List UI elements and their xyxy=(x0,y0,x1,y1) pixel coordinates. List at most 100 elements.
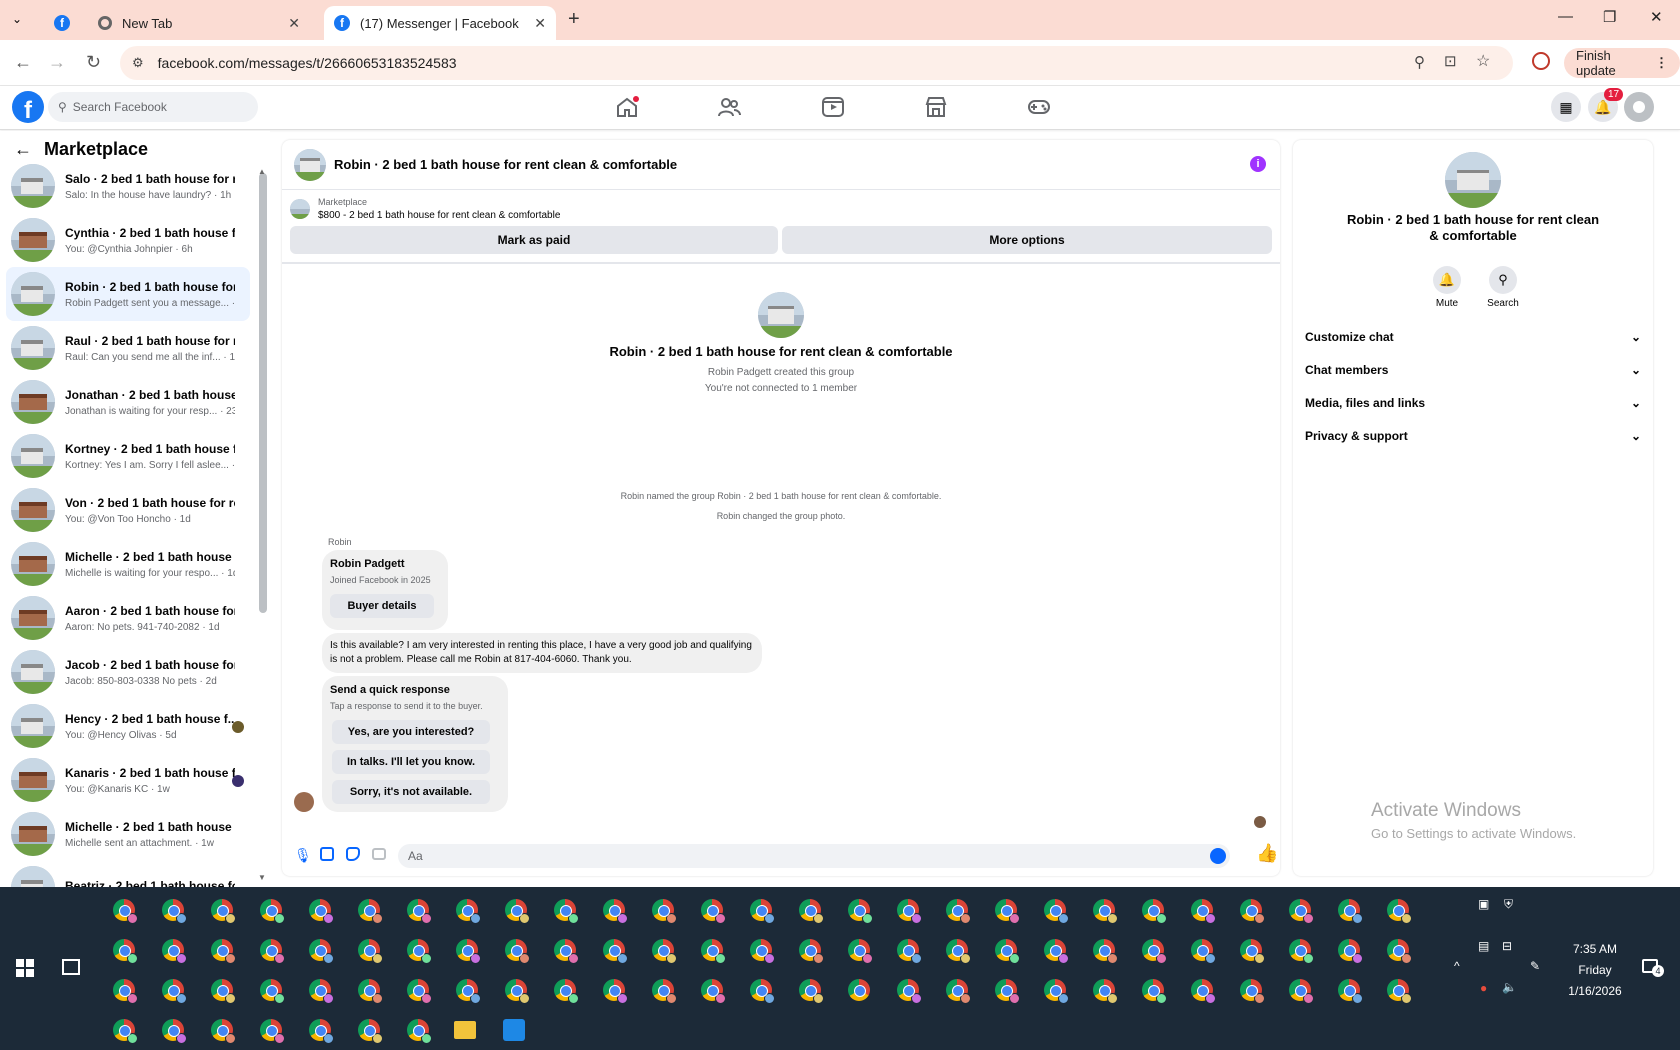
chrome-profile-icon[interactable] xyxy=(848,979,870,1001)
chrome-profile-icon[interactable] xyxy=(1191,939,1216,964)
chrome-profile-icon[interactable] xyxy=(1240,939,1265,964)
chrome-profile-icon[interactable] xyxy=(1338,979,1363,1004)
chrome-profile-icon[interactable] xyxy=(1044,899,1069,924)
chrome-profile-icon[interactable] xyxy=(211,1019,236,1044)
buyer-details-button[interactable]: Buyer details xyxy=(330,594,434,618)
chrome-profile-icon[interactable] xyxy=(162,979,187,1004)
chrome-profile-icon[interactable] xyxy=(358,1019,383,1044)
tray-pen-icon[interactable]: ✎ xyxy=(1530,959,1540,973)
chrome-profile-icon[interactable] xyxy=(652,979,677,1004)
mark-as-paid-button[interactable]: Mark as paid xyxy=(290,226,778,254)
chrome-profile-icon[interactable] xyxy=(260,1019,285,1044)
chrome-profile-icon[interactable] xyxy=(260,939,285,964)
chrome-profile-icon[interactable] xyxy=(750,979,775,1004)
url-text[interactable]: facebook.com/messages/t/2666065318352458… xyxy=(158,55,457,71)
chrome-profile-icon[interactable] xyxy=(1289,979,1314,1004)
close-tab-icon[interactable]: ✕ xyxy=(534,15,546,32)
chrome-profile-icon[interactable] xyxy=(309,1019,334,1044)
chrome-profile-icon[interactable] xyxy=(1387,979,1412,1004)
conversation-item[interactable]: Raul · 2 bed 1 bath house for re... Raul:… xyxy=(6,321,250,375)
chrome-profile-icon[interactable] xyxy=(162,939,187,964)
chrome-profile-icon[interactable] xyxy=(407,1019,432,1044)
chrome-profile-icon[interactable] xyxy=(162,1019,187,1044)
chat-avatar[interactable] xyxy=(294,148,326,181)
chrome-profile-icon[interactable] xyxy=(1289,939,1314,964)
chrome-profile-icon[interactable] xyxy=(162,899,187,924)
mute-button[interactable]: 🔔 Mute xyxy=(1429,266,1465,309)
forward-icon[interactable]: → xyxy=(48,52,66,73)
menu-grid-icon[interactable]: ▦ xyxy=(1551,92,1581,122)
chrome-profile-icon[interactable] xyxy=(652,899,677,924)
chrome-profile-icon[interactable] xyxy=(309,939,334,964)
conversation-item[interactable]: Michelle · 2 bed 1 bath house f... Michel… xyxy=(6,807,250,861)
sidebar-scrollbar[interactable] xyxy=(259,173,267,613)
chrome-profile-icon[interactable] xyxy=(309,979,334,1004)
chrome-profile-icon[interactable] xyxy=(1191,979,1216,1004)
chrome-profile-icon[interactable] xyxy=(750,899,775,924)
task-view-icon[interactable] xyxy=(62,959,80,975)
marketplace-icon[interactable] xyxy=(924,96,948,118)
chrome-profile-icon[interactable] xyxy=(946,939,971,964)
tray-volume-icon[interactable]: 🔈 xyxy=(1502,980,1517,994)
chrome-profile-icon[interactable] xyxy=(1044,979,1069,1004)
message-bubble[interactable]: Is this available? I am very interested … xyxy=(322,633,762,673)
chat-members-row[interactable]: Chat members ⌄ xyxy=(1305,363,1641,377)
chrome-profile-icon[interactable] xyxy=(799,979,824,1004)
chrome-profile-icon[interactable] xyxy=(1338,899,1363,924)
clock[interactable]: 7:35 AM Friday 1/16/2026 xyxy=(1555,939,1635,1002)
chrome-profile-icon[interactable] xyxy=(113,939,138,964)
tab-messenger[interactable]: f (17) Messenger | Facebook ✕ xyxy=(324,6,556,40)
conversation-item[interactable]: Michelle · 2 bed 1 bath house f... Michel… xyxy=(6,537,250,591)
search-in-chat-button[interactable]: ⚲ Search xyxy=(1481,266,1525,309)
emoji-icon[interactable] xyxy=(1210,848,1226,864)
chrome-profile-icon[interactable] xyxy=(358,979,383,1004)
customize-chat-row[interactable]: Customize chat ⌄ xyxy=(1305,330,1641,344)
chrome-profile-icon[interactable] xyxy=(897,899,922,924)
media-files-links-row[interactable]: Media, files and links ⌄ xyxy=(1305,396,1641,410)
chrome-profile-icon[interactable] xyxy=(848,899,873,924)
explorer-icon[interactable] xyxy=(454,1021,476,1039)
scroll-up-icon[interactable]: ▲ xyxy=(258,167,266,176)
quick-response-yes[interactable]: Yes, are you interested? xyxy=(332,720,490,744)
new-tab-button[interactable]: + xyxy=(568,8,580,31)
tray-camera-icon[interactable]: ▣ xyxy=(1478,897,1489,911)
chrome-profile-icon[interactable] xyxy=(701,899,726,924)
conversation-item[interactable]: Robin · 2 bed 1 bath house for r... Robin… xyxy=(6,267,250,321)
chrome-profile-icon[interactable] xyxy=(1191,899,1216,924)
chrome-profile-icon[interactable] xyxy=(603,979,628,1004)
facebook-logo[interactable]: f xyxy=(12,91,44,123)
privacy-support-row[interactable]: Privacy & support ⌄ xyxy=(1305,429,1641,443)
chrome-profile-icon[interactable] xyxy=(554,939,579,964)
conversation-item[interactable]: Beatriz · 2 bed 1 bath house for... xyxy=(6,861,250,887)
address-bar[interactable]: ⚙ facebook.com/messages/t/26660653183524… xyxy=(120,46,1513,80)
chrome-profile-icon[interactable] xyxy=(1289,899,1314,924)
tab-new-tab[interactable]: New Tab ✕ xyxy=(88,6,310,40)
tray-expand-icon[interactable]: ^ xyxy=(1454,959,1460,973)
scroll-down-icon[interactable]: ▼ xyxy=(258,873,266,882)
gaming-icon[interactable] xyxy=(1027,96,1051,118)
chrome-profile-icon[interactable] xyxy=(260,899,285,924)
chrome-profile-icon[interactable] xyxy=(1093,979,1118,1004)
notification-center-icon[interactable]: 4 xyxy=(1642,959,1664,977)
photo-icon[interactable] xyxy=(320,847,334,861)
chrome-profile-icon[interactable] xyxy=(1093,939,1118,964)
mic-icon[interactable]: 🎙 xyxy=(294,847,312,864)
conversation-item[interactable]: Hency · 2 bed 1 bath house f... You: @Hen… xyxy=(6,699,250,753)
chrome-profile-icon[interactable] xyxy=(1093,899,1118,924)
chrome-profile-icon[interactable] xyxy=(1044,939,1069,964)
bookmark-star-icon[interactable]: ☆ xyxy=(1476,51,1490,71)
tray-network-icon[interactable]: ⊟ xyxy=(1502,939,1512,953)
back-arrow-icon[interactable]: ← xyxy=(14,139,32,160)
chrome-profile-icon[interactable] xyxy=(211,979,236,1004)
chrome-profile-icon[interactable] xyxy=(407,939,432,964)
chrome-profile-icon[interactable] xyxy=(358,899,383,924)
profile-icon[interactable] xyxy=(1532,52,1550,70)
chrome-profile-icon[interactable] xyxy=(211,899,236,924)
chrome-profile-icon[interactable] xyxy=(946,979,971,1004)
chrome-profile-icon[interactable] xyxy=(113,899,138,924)
conversation-item[interactable]: Cynthia · 2 bed 1 bath house fo... You: @… xyxy=(6,213,250,267)
chrome-profile-icon[interactable] xyxy=(799,939,824,964)
chrome-profile-icon[interactable] xyxy=(995,899,1020,924)
install-app-icon[interactable]: ⊡ xyxy=(1444,52,1457,70)
chrome-profile-icon[interactable] xyxy=(456,939,481,964)
